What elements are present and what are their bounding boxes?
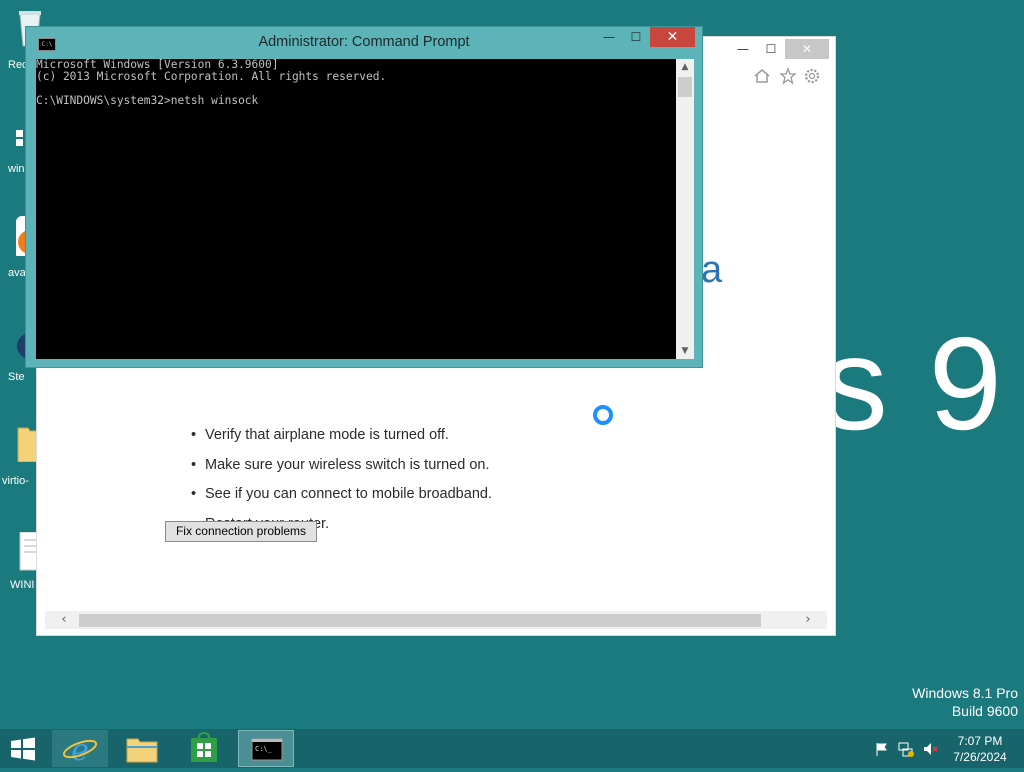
cmd-console[interactable]: Microsoft Windows [Version 6.3.9600] (c)… xyxy=(36,59,694,359)
ie-maximize-button[interactable]: ☐ xyxy=(757,39,785,59)
cmd-vertical-scrollbar[interactable]: ▲ ▼ xyxy=(676,59,694,359)
page-heading-partial: a xyxy=(701,249,723,291)
volume-muted-icon[interactable] xyxy=(922,741,938,757)
tip-item: Make sure your wireless switch is turned… xyxy=(191,457,492,487)
ie-minimize-button[interactable]: — xyxy=(729,39,757,59)
cmd-minimize-button[interactable]: — xyxy=(596,27,622,47)
start-button-icon[interactable] xyxy=(8,737,38,761)
console-prompt-line: C:\WINDOWS\system32>netsh winsock xyxy=(36,94,259,107)
console-line: (c) 2013 Microsoft Corporation. All righ… xyxy=(36,70,387,83)
tip-item: See if you can connect to mobile broadba… xyxy=(191,486,492,516)
taskbar-file-explorer[interactable] xyxy=(114,730,170,767)
taskbar-command-prompt[interactable]: C:\_ xyxy=(238,730,294,767)
scroll-down-icon[interactable]: ▼ xyxy=(676,343,694,359)
ie-close-button[interactable]: ✕ xyxy=(785,39,829,59)
scroll-up-icon[interactable]: ▲ xyxy=(676,59,694,75)
clock-date: 7/26/2024 xyxy=(953,750,1007,764)
gear-icon[interactable] xyxy=(803,67,821,85)
cmd-maximize-button[interactable]: ☐ xyxy=(623,27,649,47)
desktop-icon-label: virtio- xyxy=(2,475,29,487)
cmd-close-button[interactable]: ✕ xyxy=(650,27,695,47)
command-prompt-window[interactable]: C:\ Administrator: Command Prompt — ☐ ✕ … xyxy=(25,26,703,368)
action-center-flag-icon[interactable] xyxy=(874,741,890,757)
windows-watermark: Windows 8.1 Pro Build 9600 xyxy=(912,684,1018,720)
scroll-left-icon[interactable]: ‹ xyxy=(55,611,73,629)
system-clock[interactable]: 7:07 PM 7/26/2024 xyxy=(944,733,1016,765)
taskbar-internet-explorer[interactable]: e xyxy=(52,730,108,768)
console-output: Microsoft Windows [Version 6.3.9600] (c)… xyxy=(36,59,386,107)
watermark-build: Build 9600 xyxy=(951,703,1018,719)
desktop-icon-label: Ste xyxy=(8,371,25,383)
svg-text:e: e xyxy=(71,733,89,767)
ie-horizontal-scrollbar[interactable]: ‹ › xyxy=(45,611,827,629)
cmd-titlebar[interactable]: C:\ Administrator: Command Prompt — ☐ ✕ xyxy=(26,27,702,59)
taskbar: e C:\_ 7:07 PM 7/26/2024 xyxy=(0,729,1024,768)
home-icon[interactable] xyxy=(753,67,771,85)
network-icon[interactable] xyxy=(898,741,914,757)
star-icon[interactable] xyxy=(779,67,797,85)
taskbar-store[interactable] xyxy=(176,730,232,767)
internet-explorer-icon: e xyxy=(62,733,98,768)
scrollbar-thumb[interactable] xyxy=(678,77,692,97)
scroll-right-icon[interactable]: › xyxy=(799,611,817,629)
folder-icon xyxy=(126,738,158,763)
watermark-edition: Windows 8.1 Pro xyxy=(912,685,1018,701)
fix-connection-problems-button[interactable]: Fix connection problems xyxy=(165,521,317,542)
svg-text:C:\_: C:\_ xyxy=(255,745,273,753)
store-icon xyxy=(191,731,217,762)
desktop-icon-label: WINI xyxy=(10,579,35,591)
command-prompt-icon: C:\_ xyxy=(251,738,283,761)
clock-time: 7:07 PM xyxy=(957,734,1003,748)
tip-item: Verify that airplane mode is turned off. xyxy=(191,427,492,457)
scrollbar-thumb[interactable] xyxy=(79,614,761,627)
loading-spinner-icon xyxy=(593,405,613,425)
